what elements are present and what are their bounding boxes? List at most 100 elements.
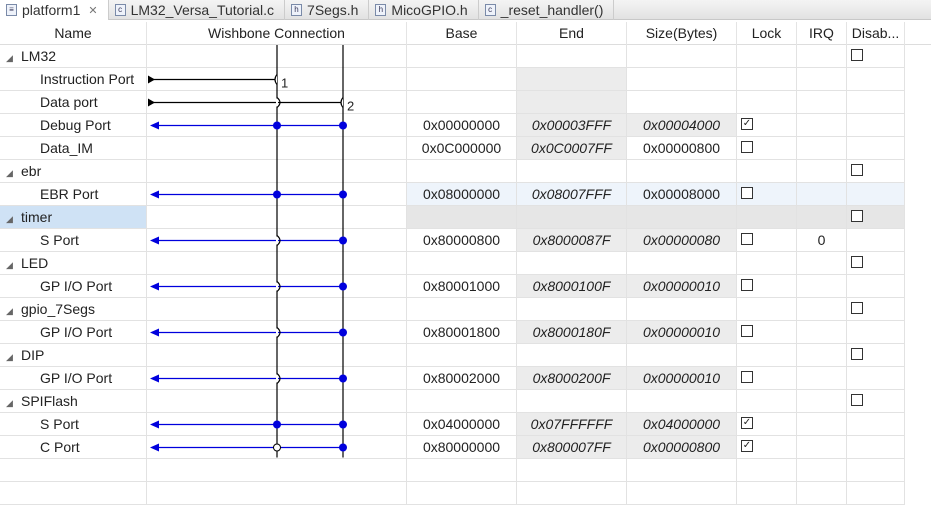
port-row[interactable]: EBR Port 0x08000000 0x08007FFF 0x00008000 <box>0 183 931 206</box>
irq-cell <box>797 45 847 68</box>
row-name: S Port <box>40 232 79 248</box>
column-header[interactable]: End <box>517 22 627 45</box>
disable-checkbox[interactable] <box>851 164 863 176</box>
c-file-icon: c <box>484 4 496 16</box>
end-cell: 0x08007FFF <box>517 183 627 206</box>
column-header[interactable]: Disab... <box>847 22 905 45</box>
base-cell[interactable]: 0x80000800 <box>407 229 517 252</box>
tab-0[interactable]: ≡ platform1 ✕ <box>0 0 109 20</box>
disable-checkbox[interactable] <box>851 210 863 222</box>
lock-checkbox[interactable] <box>741 371 753 383</box>
name-cell: ◢ SPIFlash <box>0 390 147 413</box>
row-name: GP I/O Port <box>40 278 113 294</box>
wishbone-cell <box>147 275 407 298</box>
end-cell <box>517 390 627 413</box>
wishbone-cell <box>147 229 407 252</box>
disable-cell <box>847 206 905 229</box>
file-icon: ≡ <box>6 4 17 16</box>
row-name: DIP <box>21 347 45 363</box>
lock-cell <box>737 45 797 68</box>
base-cell[interactable]: 0x04000000 <box>407 413 517 436</box>
lock-checkbox[interactable] <box>741 187 753 199</box>
h-file-icon: h <box>291 4 303 16</box>
disable-checkbox[interactable] <box>851 348 863 360</box>
tab-2[interactable]: h 7Segs.h <box>285 0 370 20</box>
expand-triangle-icon[interactable]: ◢ <box>6 392 16 412</box>
base-cell[interactable]: 0x80001800 <box>407 321 517 344</box>
end-cell: 0x8000200F <box>517 367 627 390</box>
name-cell: Instruction Port <box>0 68 147 91</box>
component-row[interactable]: ◢ LED <box>0 252 931 275</box>
lock-checkbox[interactable] <box>741 279 753 291</box>
lock-cell <box>737 252 797 275</box>
base-cell[interactable]: 0x80002000 <box>407 367 517 390</box>
tab-3[interactable]: h MicoGPIO.h <box>369 0 479 20</box>
tab-4[interactable]: c _reset_handler() <box>479 0 615 20</box>
base-cell[interactable]: 0x80001000 <box>407 275 517 298</box>
irq-cell <box>797 160 847 183</box>
expand-triangle-icon[interactable]: ◢ <box>6 300 16 320</box>
base-cell[interactable]: 0x08000000 <box>407 183 517 206</box>
disable-checkbox[interactable] <box>851 256 863 268</box>
tab-1[interactable]: c LM32_Versa_Tutorial.c <box>109 0 286 20</box>
end-cell: 0x800007FF <box>517 436 627 459</box>
lock-checkbox[interactable] <box>741 233 753 245</box>
empty-cell <box>797 459 847 482</box>
port-row[interactable]: C Port 0x80000000 0x800007FF 0x00000800 ✓ <box>0 436 931 459</box>
base-cell <box>407 390 517 413</box>
port-row[interactable]: Data port <box>0 91 931 114</box>
size-cell[interactable]: 0x00008000 <box>627 183 737 206</box>
port-row[interactable]: Instruction Port <box>0 68 931 91</box>
component-row[interactable]: ◢ timer <box>0 206 931 229</box>
component-row[interactable]: ◢ DIP <box>0 344 931 367</box>
lock-cell <box>737 321 797 344</box>
disable-cell <box>847 68 905 91</box>
component-row[interactable]: ◢ ebr <box>0 160 931 183</box>
size-cell[interactable]: 0x00000800 <box>627 137 737 160</box>
column-header[interactable]: Size(Bytes) <box>627 22 737 45</box>
port-row[interactable]: GP I/O Port 0x80001800 0x8000180F 0x0000001… <box>0 321 931 344</box>
base-cell[interactable]: 0x0C000000 <box>407 137 517 160</box>
disable-checkbox[interactable] <box>851 394 863 406</box>
column-header[interactable]: IRQ <box>797 22 847 45</box>
disable-cell <box>847 390 905 413</box>
port-row[interactable]: GP I/O Port 0x80002000 0x8000200F 0x0000001… <box>0 367 931 390</box>
wishbone-cell <box>147 137 407 160</box>
disable-cell <box>847 114 905 137</box>
base-cell <box>407 91 517 114</box>
disable-checkbox[interactable] <box>851 49 863 61</box>
component-row[interactable]: ◢ SPIFlash <box>0 390 931 413</box>
disable-checkbox[interactable] <box>851 302 863 314</box>
lock-checkbox[interactable] <box>741 325 753 337</box>
base-cell[interactable]: 0x00000000 <box>407 114 517 137</box>
row-name: GP I/O Port <box>40 324 113 340</box>
expand-triangle-icon[interactable]: ◢ <box>6 47 16 67</box>
port-row[interactable]: GP I/O Port 0x80001000 0x8000100F 0x0000001… <box>0 275 931 298</box>
lock-checkbox[interactable]: ✓ <box>741 417 753 429</box>
expand-triangle-icon[interactable]: ◢ <box>6 162 16 182</box>
port-row[interactable]: Data_IM 0x0C000000 0x0C0007FF 0x00000800 <box>0 137 931 160</box>
base-cell[interactable]: 0x80000000 <box>407 436 517 459</box>
close-tab-icon[interactable]: ✕ <box>88 4 97 17</box>
expand-triangle-icon[interactable]: ◢ <box>6 346 16 366</box>
component-row[interactable]: ◢ gpio_7Segs <box>0 298 931 321</box>
column-header[interactable]: Base <box>407 22 517 45</box>
base-cell <box>407 45 517 68</box>
lock-checkbox[interactable]: ✓ <box>741 118 753 130</box>
lock-checkbox[interactable] <box>741 141 753 153</box>
expand-triangle-icon[interactable]: ◢ <box>6 208 16 228</box>
column-header[interactable]: Wishbone Connection <box>147 22 407 45</box>
port-row[interactable]: S Port 0x04000000 0x07FFFFFF 0x04000000 ✓ <box>0 413 931 436</box>
expand-triangle-icon[interactable]: ◢ <box>6 254 16 274</box>
lock-cell <box>737 137 797 160</box>
lock-checkbox[interactable]: ✓ <box>741 440 753 452</box>
component-row[interactable]: ◢ LM32 <box>0 45 931 68</box>
column-header[interactable]: Name <box>0 22 147 45</box>
wishbone-cell <box>147 114 407 137</box>
name-cell: Debug Port <box>0 114 147 137</box>
end-cell <box>517 344 627 367</box>
port-row[interactable]: S Port 0x80000800 0x8000087F 0x00000080 0 <box>0 229 931 252</box>
column-header[interactable]: Lock <box>737 22 797 45</box>
wishbone-cell <box>147 252 407 275</box>
port-row[interactable]: Debug Port 0x00000000 0x00003FFF 0x00004000… <box>0 114 931 137</box>
